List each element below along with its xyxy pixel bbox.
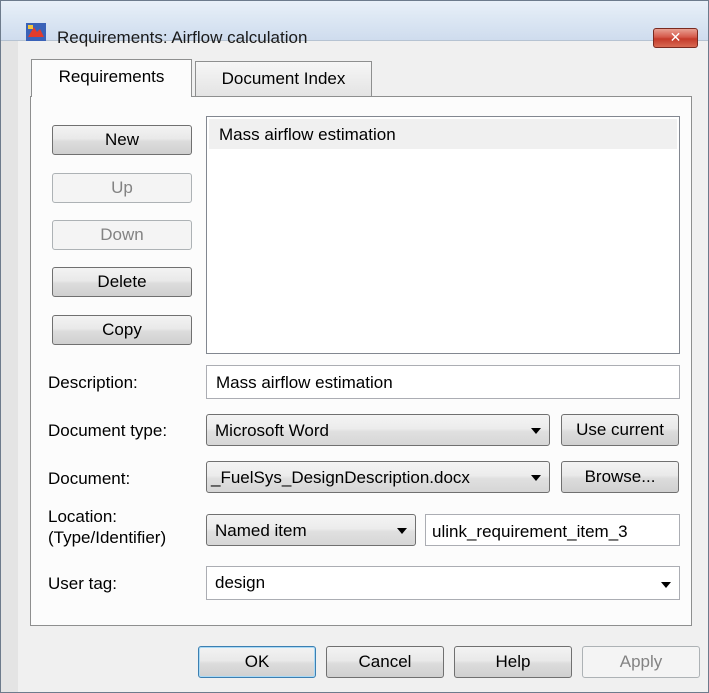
user-tag-combobox[interactable]: design — [206, 566, 680, 600]
description-label: Description: — [48, 373, 138, 392]
down-button[interactable]: Down — [52, 220, 192, 250]
use-current-button[interactable]: Use current — [561, 414, 679, 446]
requirements-dialog: Requirements: Airflow calculation ✕ Requ… — [0, 0, 709, 693]
window-left-edge — [1, 41, 18, 692]
document-select[interactable]: _FuelSys_DesignDescription.docx — [206, 461, 550, 493]
user-tag-value: design — [215, 573, 266, 592]
cancel-button[interactable]: Cancel — [326, 646, 444, 678]
document-label: Document: — [48, 469, 131, 488]
document-value: _FuelSys_DesignDescription.docx — [211, 468, 470, 487]
description-input[interactable]: Mass airflow estimation — [206, 365, 680, 399]
browse-button[interactable]: Browse... — [561, 461, 679, 493]
copy-button[interactable]: Copy — [52, 315, 192, 345]
chevron-down-icon — [397, 528, 407, 534]
requirements-list[interactable]: Mass airflow estimation — [206, 116, 680, 354]
new-button[interactable]: New — [52, 125, 192, 155]
apply-button[interactable]: Apply — [582, 646, 700, 678]
location-type-select[interactable]: Named item — [206, 514, 416, 546]
window-title: Requirements: Airflow calculation — [57, 28, 308, 47]
location-identifier-input[interactable]: ulink_requirement_item_3 — [425, 514, 680, 546]
simulink-requirements-icon — [26, 23, 46, 41]
tab-document-index[interactable]: Document Index — [195, 61, 372, 97]
location-label: Location: — [48, 507, 117, 526]
chevron-down-icon — [531, 428, 541, 434]
close-button[interactable]: ✕ — [653, 28, 698, 48]
document-type-select[interactable]: Microsoft Word — [206, 414, 550, 446]
ok-button[interactable]: OK — [198, 646, 316, 678]
tab-requirements[interactable]: Requirements — [31, 59, 192, 97]
title-bar[interactable]: Requirements: Airflow calculation ✕ — [1, 1, 708, 48]
chevron-down-icon — [531, 475, 541, 481]
delete-button[interactable]: Delete — [52, 267, 192, 297]
document-type-label: Document type: — [48, 421, 168, 440]
location-type-value: Named item — [215, 521, 307, 540]
chevron-down-icon — [661, 582, 671, 588]
location-sublabel: (Type/Identifier) — [48, 528, 167, 547]
list-item[interactable]: Mass airflow estimation — [209, 119, 677, 149]
up-button[interactable]: Up — [52, 173, 192, 203]
document-type-value: Microsoft Word — [215, 421, 329, 440]
help-button[interactable]: Help — [454, 646, 572, 678]
user-tag-label: User tag: — [48, 574, 117, 593]
list-item-label: Mass airflow estimation — [219, 125, 396, 144]
